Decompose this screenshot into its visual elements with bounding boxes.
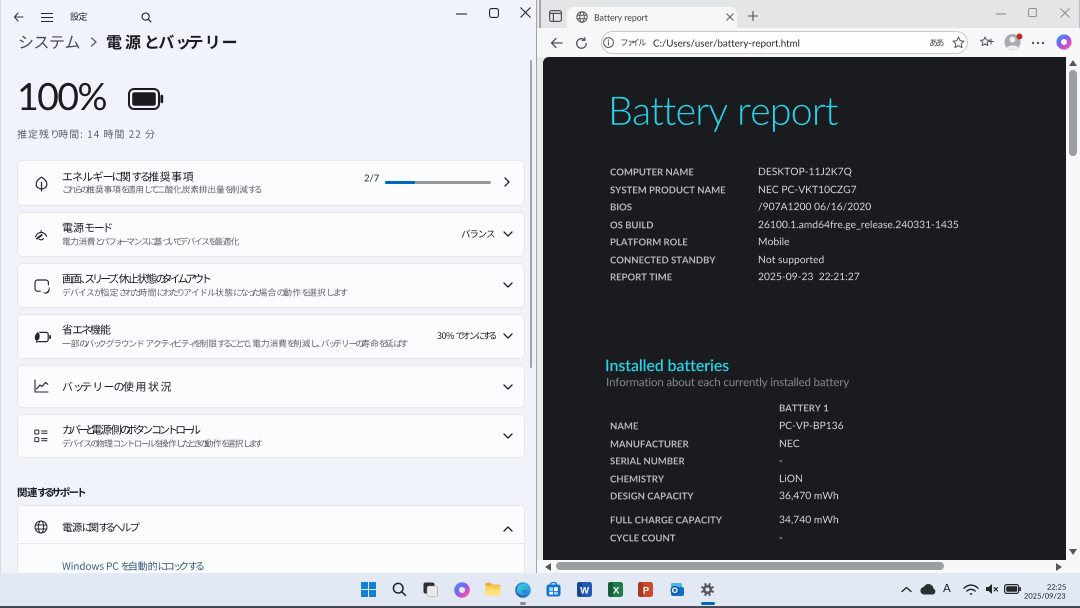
svg-text:P: P — [643, 585, 650, 596]
svg-text:W: W — [580, 585, 589, 596]
svg-text:X: X — [613, 585, 620, 596]
